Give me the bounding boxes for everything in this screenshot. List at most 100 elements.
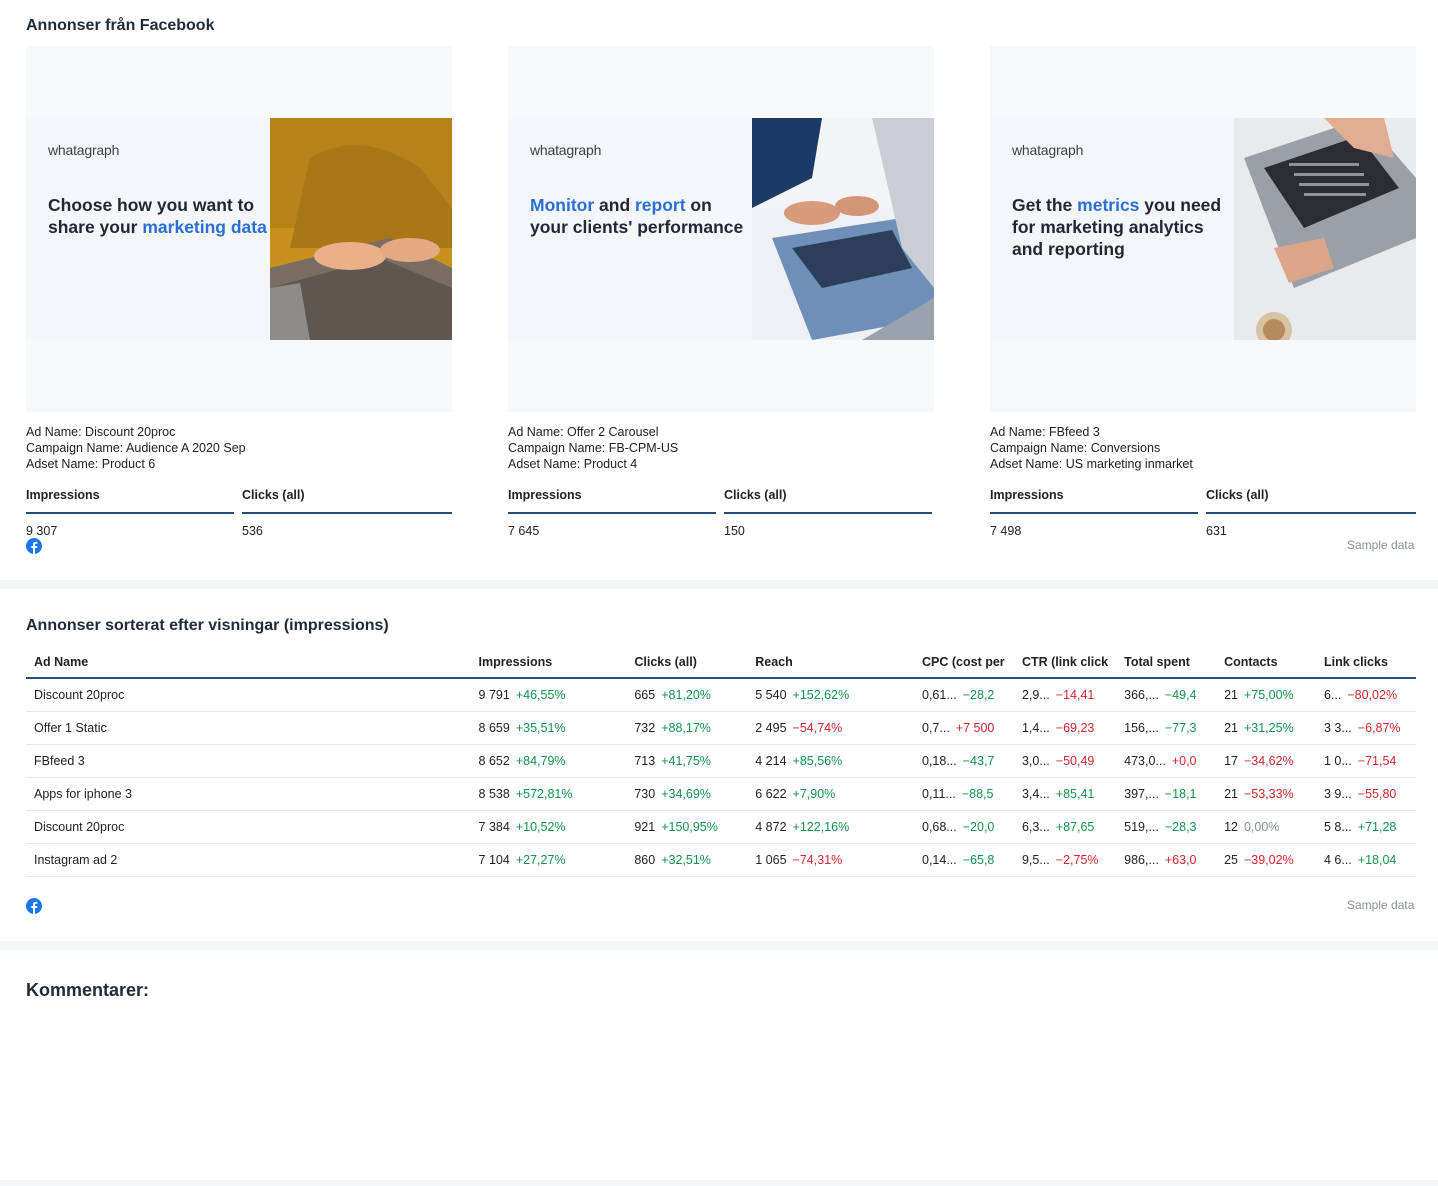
table-row[interactable]: Instagram ad 2 7 104 +27,27% 860 +32,51% 1 06… <box>26 843 1416 877</box>
metric-cell: 156,... −77,3 <box>1116 711 1217 745</box>
metric-cell: 397,... −18,1 <box>1116 777 1217 811</box>
metric-value: 9 791 <box>478 687 510 702</box>
metric-change: +81,20% <box>661 687 711 702</box>
metric-cell: 0,7... +7 500 <box>914 711 1014 745</box>
ad-photo <box>752 118 934 340</box>
metric-change: −71,54 <box>1357 753 1397 768</box>
metric-change: +84,79% <box>515 753 566 768</box>
impressions-label: Impressions <box>990 488 1198 514</box>
metric-cell: 1 0... −71,54 <box>1315 744 1416 778</box>
metric-change: +572,81% <box>515 786 573 801</box>
metric-cell: 3 9... −55,80 <box>1315 777 1416 811</box>
metric-value: 21 <box>1224 720 1238 735</box>
ad-headline: Get the metrics you need for marketing a… <box>1012 194 1232 260</box>
clicks-metric: Clicks (all) 536 <box>242 488 452 538</box>
metric-change: −49,4 <box>1164 687 1197 702</box>
headline-part: Get the <box>1012 195 1078 215</box>
ad-preview[interactable]: whatagraph Choose how you want to share … <box>26 46 452 412</box>
column-header[interactable]: Link clicks <box>1315 647 1416 679</box>
metric-value: 8 652 <box>478 753 510 768</box>
clicks-label: Clicks (all) <box>1206 488 1416 514</box>
metric-cell: 21 +31,25% <box>1216 711 1316 745</box>
column-header[interactable]: Reach <box>747 647 914 679</box>
metric-value: 21 <box>1224 786 1238 801</box>
ad-creative: whatagraph Choose how you want to share … <box>26 118 452 340</box>
column-header[interactable]: Total spent <box>1116 647 1217 679</box>
metric-cell: 473,0... +0,0 <box>1116 744 1217 778</box>
metric-change: +152,62% <box>792 687 850 702</box>
ad-card[interactable]: whatagraph Choose how you want to share … <box>26 46 452 538</box>
ad-name-cell: Instagram ad 2 <box>26 843 471 877</box>
column-header[interactable]: Ad Name <box>26 647 471 679</box>
metric-value: 986,... <box>1124 852 1159 867</box>
metric-cell: 1 065 −74,31% <box>747 843 914 877</box>
column-header[interactable]: Contacts <box>1216 647 1316 679</box>
metric-value: 713 <box>634 753 656 768</box>
metric-change: +31,25% <box>1243 720 1294 735</box>
metric-cell: 3,4... +85,41 <box>1013 777 1117 811</box>
headline-highlight: metrics <box>1077 195 1140 215</box>
metric-cell: 7 384 +10,52% <box>470 810 627 844</box>
table-row[interactable]: Discount 20proc 9 791 +46,55% 665 +81,20% 5 5… <box>26 678 1416 712</box>
metric-value: 6,3... <box>1021 819 1050 834</box>
headline-part: and <box>594 195 635 215</box>
metric-change: −18,1 <box>1164 786 1197 801</box>
column-header[interactable]: CTR (link click <box>1013 647 1117 679</box>
metric-value: 0,11... <box>922 786 956 801</box>
metric-change: −39,02% <box>1243 852 1294 867</box>
metric-change: −43,7 <box>962 753 995 768</box>
metric-change: +150,95% <box>661 819 718 834</box>
metric-change: +88,17% <box>661 720 711 735</box>
comments-title: Kommentarer: <box>26 980 150 1000</box>
ad-headline: Monitor and report on your clients' perf… <box>530 194 750 238</box>
clicks-value: 631 <box>1206 524 1227 538</box>
table-row[interactable]: Discount 20proc 7 384 +10,52% 921 +150,95% 4 … <box>26 810 1416 844</box>
table-row[interactable]: FBfeed 3 8 652 +84,79% 713 +41,75% 4 214 +85,5… <box>26 744 1416 778</box>
campaign-name: Campaign Name: FB-CPM-US <box>508 441 679 455</box>
facebook-icon <box>26 898 42 914</box>
ads-panel: Annonser från Facebook whatagraph Choose… <box>0 0 1438 580</box>
ad-name-cell: Discount 20proc <box>26 678 471 712</box>
metric-value: 3 3... <box>1323 720 1352 735</box>
metric-cell: 4 6... +18,04 <box>1315 843 1416 877</box>
headline-highlight: marketing data <box>142 217 267 237</box>
impressions-value: 7 645 <box>508 524 540 538</box>
metric-value: 366,... <box>1124 687 1159 702</box>
metric-cell: 6... −80,02% <box>1315 678 1416 712</box>
adset-name: Adset Name: US marketing inmarket <box>990 457 1193 471</box>
column-header[interactable]: Impressions <box>470 647 627 679</box>
metric-change: +18,04 <box>1357 852 1397 867</box>
metric-change: +27,27% <box>515 852 566 867</box>
column-header[interactable]: Clicks (all) <box>626 647 748 679</box>
campaign-name: Campaign Name: Conversions <box>990 441 1161 455</box>
ad-photo <box>270 118 452 340</box>
metric-value: 17 <box>1224 753 1238 768</box>
ad-photo <box>1234 118 1416 340</box>
table-body: Discount 20proc 9 791 +46,55% 665 +81,20% 5 5… <box>26 678 1416 877</box>
metric-value: 5 8... <box>1323 819 1352 834</box>
metric-value: 4 6... <box>1323 852 1352 867</box>
sample-data-note: Sample data <box>1347 898 1415 912</box>
table-row[interactable]: Apps for iphone 3 8 538 +572,81% 730 +34,69%… <box>26 777 1416 811</box>
ad-name: Ad Name: FBfeed 3 <box>990 425 1100 439</box>
ad-headline: Choose how you want to share your market… <box>48 194 268 238</box>
ad-preview[interactable]: whatagraph Monitor and report on your cl… <box>508 46 934 412</box>
column-header[interactable]: CPC (cost per <box>914 647 1014 679</box>
metric-change: +34,69% <box>661 786 711 801</box>
metric-value: 2,9... <box>1021 687 1050 702</box>
ad-preview[interactable]: whatagraph Get the metrics you need for … <box>990 46 1416 412</box>
impressions-metric: Impressions 9 307 <box>26 488 234 538</box>
metric-change: +75,00% <box>1243 687 1294 702</box>
metric-change: −88,5 <box>961 786 994 801</box>
metric-value: 0,61... <box>922 687 957 702</box>
ad-card[interactable]: whatagraph Monitor and report on your cl… <box>508 46 934 538</box>
ad-card[interactable]: whatagraph Get the metrics you need for … <box>990 46 1416 538</box>
metric-change: −69,23 <box>1055 720 1095 735</box>
table-row[interactable]: Offer 1 Static 8 659 +35,51% 732 +88,17% 2 49… <box>26 711 1416 745</box>
impressions-label: Impressions <box>26 488 234 514</box>
metric-value: 860 <box>634 852 656 867</box>
metric-cell: 519,... −28,3 <box>1116 810 1217 844</box>
clicks-value: 536 <box>242 524 263 538</box>
ad-creative: whatagraph Monitor and report on your cl… <box>508 118 934 340</box>
metric-change: +85,56% <box>792 753 843 768</box>
